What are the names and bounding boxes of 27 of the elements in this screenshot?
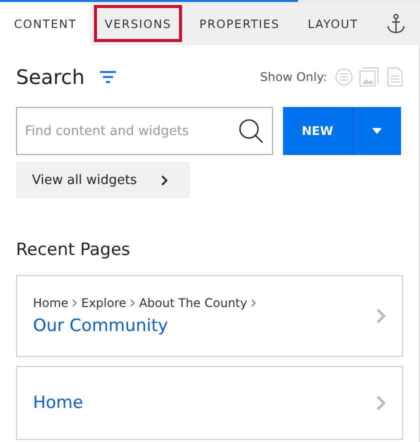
tab[interactable]: LAYOUT	[294, 2, 372, 45]
chevron-right-icon	[160, 174, 168, 186]
tab[interactable]: CONTENT	[0, 2, 91, 45]
filter-icon[interactable]	[98, 70, 117, 84]
breadcrumb-separator-icon	[130, 299, 136, 307]
recent-page-card[interactable]: Home	[16, 366, 403, 440]
search-field[interactable]: Find content and widgets	[16, 107, 273, 155]
recent-page-card[interactable]: Home Explore About The County Our Community	[16, 275, 403, 357]
anchor-icon	[386, 12, 406, 34]
page-title: Our Community	[33, 316, 169, 336]
breadcrumb-separator-icon	[72, 299, 78, 307]
search-icon[interactable]	[238, 118, 264, 144]
tab[interactable]: PROPERTIES	[185, 2, 294, 45]
chevron-right-icon	[376, 395, 386, 411]
page-title: Home	[33, 393, 84, 413]
search-heading: Search	[16, 65, 85, 89]
caret-icon[interactable]	[372, 128, 382, 134]
breadcrumb: Home	[33, 296, 68, 310]
breadcrumb: About The County	[139, 296, 248, 310]
tab[interactable]: VERSIONS	[90, 2, 186, 45]
recent-pages-heading: Recent Pages	[16, 240, 132, 260]
chevron-right-icon	[376, 308, 386, 324]
new-button[interactable]: NEW	[283, 107, 401, 155]
view-all-widgets-button[interactable]: View all widgets	[16, 162, 190, 198]
show-only-label: Show Only:	[260, 70, 327, 84]
breadcrumb: Explore	[81, 296, 126, 310]
breadcrumb-separator-icon	[251, 299, 256, 307]
